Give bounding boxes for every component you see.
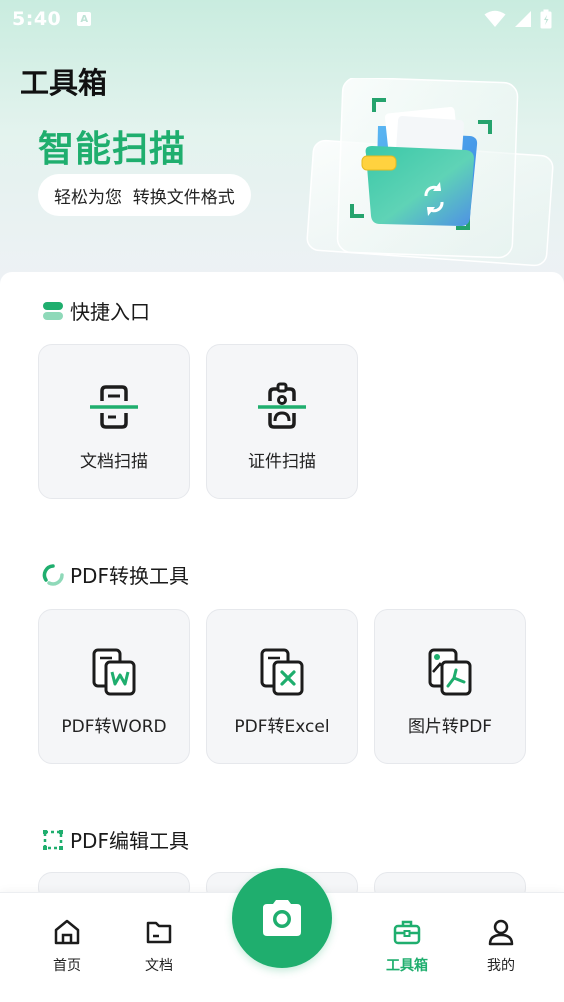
nav-label: 文档 — [145, 958, 173, 974]
nav-toolbox[interactable]: 工具箱 — [372, 917, 442, 975]
circular-arrows-icon — [42, 563, 64, 586]
page-title: 工具箱 — [20, 66, 108, 100]
nav-documents[interactable]: 文档 — [124, 917, 194, 975]
tile-label: 证件扫描 — [248, 452, 316, 472]
section-title-text: PDF编辑工具 — [70, 829, 189, 853]
nav-home[interactable]: 首页 — [32, 917, 102, 975]
tile-id-scan[interactable]: 证件扫描 — [206, 344, 358, 499]
tile-label: PDF转WORD — [61, 717, 167, 737]
nav-label: 工具箱 — [386, 958, 428, 974]
section-title-quick: 快捷入口 — [42, 296, 150, 325]
tile-label: PDF转Excel — [234, 717, 330, 737]
image-to-pdf-icon — [428, 648, 472, 696]
pdf-to-excel-icon — [260, 648, 304, 696]
id-card-scan-icon — [258, 382, 306, 429]
tile-label: 文档扫描 — [80, 452, 148, 472]
dashed-square-icon — [43, 829, 63, 850]
camera-button[interactable] — [232, 868, 332, 968]
folder-icon — [146, 921, 172, 944]
banner-title: 智能扫描 — [38, 129, 187, 170]
notification-icon: A — [77, 12, 92, 26]
nav-label: 我的 — [487, 958, 515, 974]
tile-pdf-to-word[interactable]: PDF转WORD — [38, 609, 190, 764]
camera-icon — [263, 900, 301, 936]
status-bar: 5:40 A — [0, 0, 564, 38]
tile-pdf-to-excel[interactable]: PDF转Excel — [206, 609, 358, 764]
section-title-text: PDF转换工具 — [70, 564, 189, 588]
section-title-text: 快捷入口 — [70, 300, 150, 324]
section-title-pdf-convert: PDF转换工具 — [42, 560, 189, 589]
signal-icon — [515, 11, 531, 27]
home-icon — [54, 919, 80, 945]
user-icon — [488, 919, 514, 946]
status-time: 5:40 — [12, 8, 62, 30]
folder-scan-illustration — [306, 78, 554, 267]
tile-document-scan[interactable]: 文档扫描 — [38, 344, 190, 499]
toolbox-icon — [393, 920, 421, 945]
battery-icon — [540, 9, 552, 29]
nav-label: 首页 — [53, 958, 81, 974]
tile-image-to-pdf[interactable]: 图片转PDF — [374, 609, 526, 764]
document-scan-icon — [90, 385, 138, 429]
nav-profile[interactable]: 我的 — [466, 917, 536, 975]
status-icons — [484, 9, 552, 29]
tile-label: 图片转PDF — [407, 717, 493, 737]
wifi-icon — [484, 10, 506, 27]
toggle-icon — [43, 301, 63, 320]
pdf-to-word-icon — [92, 648, 136, 696]
section-title-pdf-edit: PDF编辑工具 — [42, 825, 189, 854]
banner-subtitle[interactable]: 轻松为您 转换文件格式 — [38, 174, 251, 216]
